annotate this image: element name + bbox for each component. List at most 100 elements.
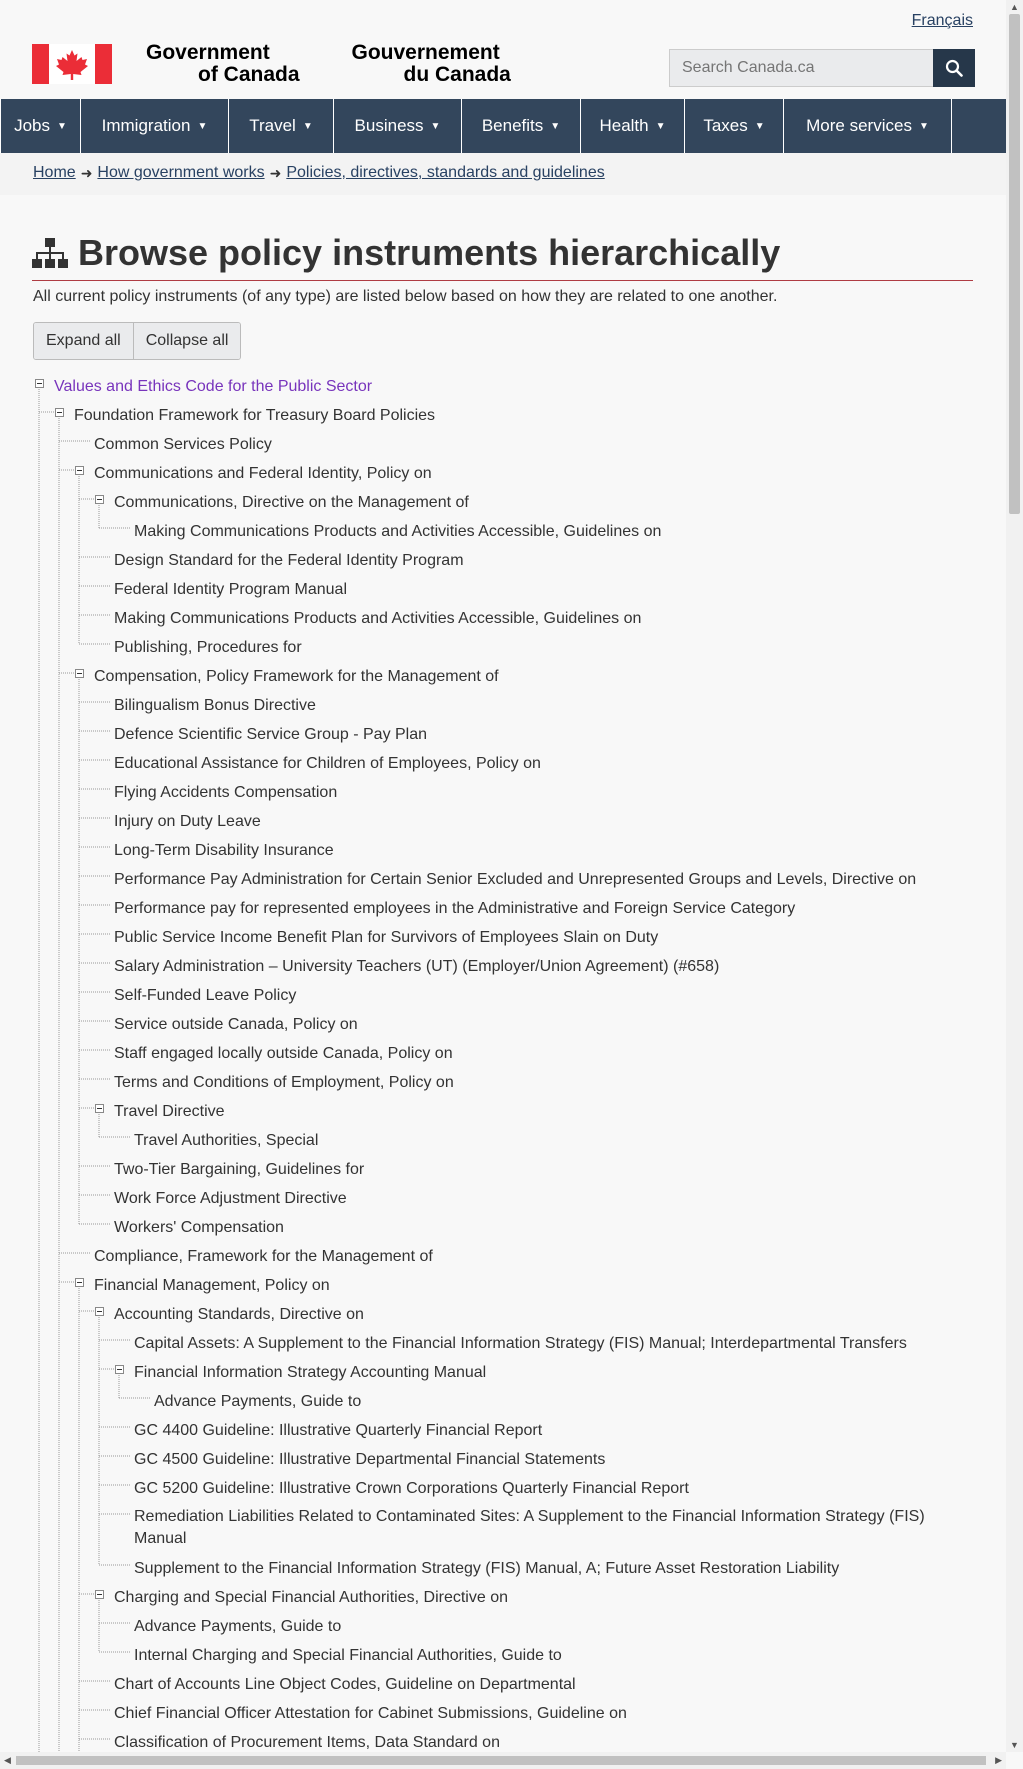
- tree-node[interactable]: Communications, Directive on the Managem…: [114, 488, 469, 517]
- language-toggle-link[interactable]: Français: [912, 12, 973, 30]
- collapse-toggle-icon[interactable]: [75, 466, 84, 475]
- sitemap-icon: [32, 238, 68, 268]
- menu-label: Immigration: [101, 116, 191, 135]
- tree-node[interactable]: GC 4500 Guideline: Illustrative Departme…: [134, 1445, 605, 1474]
- tree-node[interactable]: Staff engaged locally outside Canada, Po…: [114, 1039, 453, 1068]
- menu-item-health[interactable]: Health ▼: [581, 99, 685, 153]
- collapse-toggle-icon[interactable]: [95, 1307, 104, 1316]
- tree-node[interactable]: Publishing, Procedures for: [114, 633, 302, 662]
- tree-node[interactable]: Accounting Standards, Directive on: [114, 1300, 364, 1329]
- tree-node[interactable]: Financial Information Strategy Accountin…: [134, 1358, 486, 1387]
- collapse-toggle-icon[interactable]: [95, 495, 104, 504]
- tree-node[interactable]: Advance Payments, Guide to: [134, 1612, 341, 1641]
- tree-node[interactable]: Workers' Compensation: [114, 1213, 284, 1242]
- tree-node[interactable]: Advance Payments, Guide to: [154, 1387, 361, 1416]
- tree-node[interactable]: Compliance, Framework for the Management…: [94, 1242, 433, 1271]
- tree-node[interactable]: Capital Assets: A Supplement to the Fina…: [134, 1329, 907, 1358]
- breadcrumb-policies[interactable]: Policies, directives, standards and guid…: [286, 164, 604, 182]
- tree-node[interactable]: Service outside Canada, Policy on: [114, 1010, 358, 1039]
- site-search: [669, 49, 975, 87]
- tree-node[interactable]: Self-Funded Leave Policy: [114, 981, 296, 1010]
- collapse-all-button[interactable]: Collapse all: [132, 323, 241, 359]
- menu-label: Business: [354, 116, 424, 135]
- tree-node[interactable]: Salary Administration – University Teach…: [114, 952, 719, 981]
- wordmark-en-line1: Government: [146, 41, 270, 64]
- menu-label: Travel: [249, 116, 296, 135]
- menu-item-more-services[interactable]: More services ▼: [784, 99, 952, 153]
- vertical-scroll-thumb[interactable]: [1009, 14, 1020, 514]
- tree-node[interactable]: GC 4400 Guideline: Illustrative Quarterl…: [134, 1416, 542, 1445]
- menu-label: Taxes: [703, 116, 748, 135]
- tree-node[interactable]: Federal Identity Program Manual: [114, 575, 347, 604]
- wordmark-en-line2: of Canada: [198, 63, 300, 86]
- tree-node[interactable]: Flying Accidents Compensation: [114, 778, 337, 807]
- collapse-toggle-icon[interactable]: [75, 1278, 84, 1287]
- tree-node[interactable]: Performance pay for represented employee…: [114, 894, 795, 923]
- collapse-toggle-icon[interactable]: [95, 1104, 104, 1113]
- menu-item-travel[interactable]: Travel ▼: [229, 99, 334, 153]
- menu-item-jobs[interactable]: Jobs ▼: [0, 99, 81, 153]
- tree-node[interactable]: Compensation, Policy Framework for the M…: [94, 662, 499, 691]
- tree-node[interactable]: Remediation Liabilities Related to Conta…: [134, 1506, 954, 1550]
- policy-tree: Values and Ethics Code for the Public Se…: [0, 372, 1006, 1755]
- collapse-toggle-icon[interactable]: [55, 408, 64, 417]
- collapse-toggle-icon[interactable]: [35, 379, 44, 388]
- tree-node[interactable]: Defence Scientific Service Group - Pay P…: [114, 720, 427, 749]
- tree-node[interactable]: Educational Assistance for Children of E…: [114, 749, 541, 778]
- tree-node[interactable]: Communications and Federal Identity, Pol…: [94, 459, 432, 488]
- tree-node[interactable]: Work Force Adjustment Directive: [114, 1184, 347, 1213]
- tree-node[interactable]: Charging and Special Financial Authoriti…: [114, 1583, 508, 1612]
- breadcrumb: Home ➜ How government works ➜ Policies, …: [0, 153, 1006, 195]
- tree-node[interactable]: Injury on Duty Leave: [114, 807, 261, 836]
- arrow-right-icon: ➜: [80, 164, 93, 181]
- tree-node[interactable]: Making Communications Products and Activ…: [134, 517, 661, 546]
- scroll-right-icon[interactable]: ▶: [995, 1755, 1002, 1766]
- collapse-toggle-icon[interactable]: [75, 669, 84, 678]
- breadcrumb-how-government-works[interactable]: How government works: [97, 164, 264, 182]
- tree-node[interactable]: Values and Ethics Code for the Public Se…: [54, 372, 372, 401]
- tree-node[interactable]: Chief Financial Officer Attestation for …: [114, 1699, 627, 1728]
- tree-node[interactable]: Travel Authorities, Special: [134, 1126, 318, 1155]
- tree-node[interactable]: Internal Charging and Special Financial …: [134, 1641, 562, 1670]
- tree-node[interactable]: Long-Term Disability Insurance: [114, 836, 334, 865]
- collapse-toggle-icon[interactable]: [115, 1365, 124, 1374]
- chevron-down-icon: ▼: [197, 120, 208, 132]
- search-button[interactable]: [933, 49, 975, 87]
- tree-node[interactable]: GC 5200 Guideline: Illustrative Crown Co…: [134, 1474, 689, 1503]
- tree-node[interactable]: Classification of Procurement Items, Dat…: [114, 1728, 500, 1755]
- scroll-down-icon[interactable]: ▼: [1010, 1740, 1019, 1750]
- breadcrumb-home[interactable]: Home: [33, 164, 76, 182]
- main-menu: Jobs ▼ Immigration ▼ Travel ▼ Business ▼ Ben…: [0, 99, 1006, 153]
- tree-node[interactable]: Common Services Policy: [94, 430, 272, 459]
- menu-item-business[interactable]: Business ▼: [334, 99, 462, 153]
- menu-item-benefits[interactable]: Benefits ▼: [462, 99, 581, 153]
- scroll-left-icon[interactable]: ◀: [4, 1755, 11, 1766]
- tree-node[interactable]: Performance Pay Administration for Certa…: [114, 865, 916, 894]
- menu-item-taxes[interactable]: Taxes ▼: [685, 99, 784, 153]
- menu-label: Health: [599, 116, 649, 135]
- scroll-up-icon[interactable]: ▲: [1010, 2, 1019, 12]
- horizontal-scrollbar[interactable]: ◀ ▶: [0, 1752, 1006, 1769]
- chevron-down-icon: ▼: [655, 120, 666, 132]
- tree-node[interactable]: Public Service Income Benefit Plan for S…: [114, 923, 658, 952]
- tree-node[interactable]: Supplement to the Financial Information …: [134, 1554, 839, 1583]
- search-icon: [945, 59, 963, 77]
- tree-node[interactable]: Bilingualism Bonus Directive: [114, 691, 316, 720]
- tree-node[interactable]: Two-Tier Bargaining, Guidelines for: [114, 1155, 364, 1184]
- tree-node[interactable]: Financial Management, Policy on: [94, 1271, 330, 1300]
- tree-node[interactable]: Terms and Conditions of Employment, Poli…: [114, 1068, 454, 1097]
- tree-node[interactable]: Design Standard for the Federal Identity…: [114, 546, 464, 575]
- vertical-scrollbar[interactable]: ▲ ▼: [1006, 0, 1023, 1752]
- expand-all-button[interactable]: Expand all: [34, 323, 133, 359]
- horizontal-scroll-thumb[interactable]: [16, 1756, 986, 1765]
- tree-node[interactable]: Foundation Framework for Treasury Board …: [74, 401, 435, 430]
- chevron-down-icon: ▼: [302, 120, 313, 132]
- tree-node[interactable]: Chart of Accounts Line Object Codes, Gui…: [114, 1670, 576, 1699]
- canada-flag-icon: [32, 44, 112, 84]
- collapse-toggle-icon[interactable]: [95, 1590, 104, 1599]
- tree-node[interactable]: Travel Directive: [114, 1097, 225, 1126]
- search-input[interactable]: [669, 49, 933, 87]
- tree-node[interactable]: Making Communications Products and Activ…: [114, 604, 641, 633]
- menu-item-immigration[interactable]: Immigration ▼: [81, 99, 229, 153]
- gc-signature[interactable]: Government of Canada Gouvernement du Can…: [32, 42, 511, 86]
